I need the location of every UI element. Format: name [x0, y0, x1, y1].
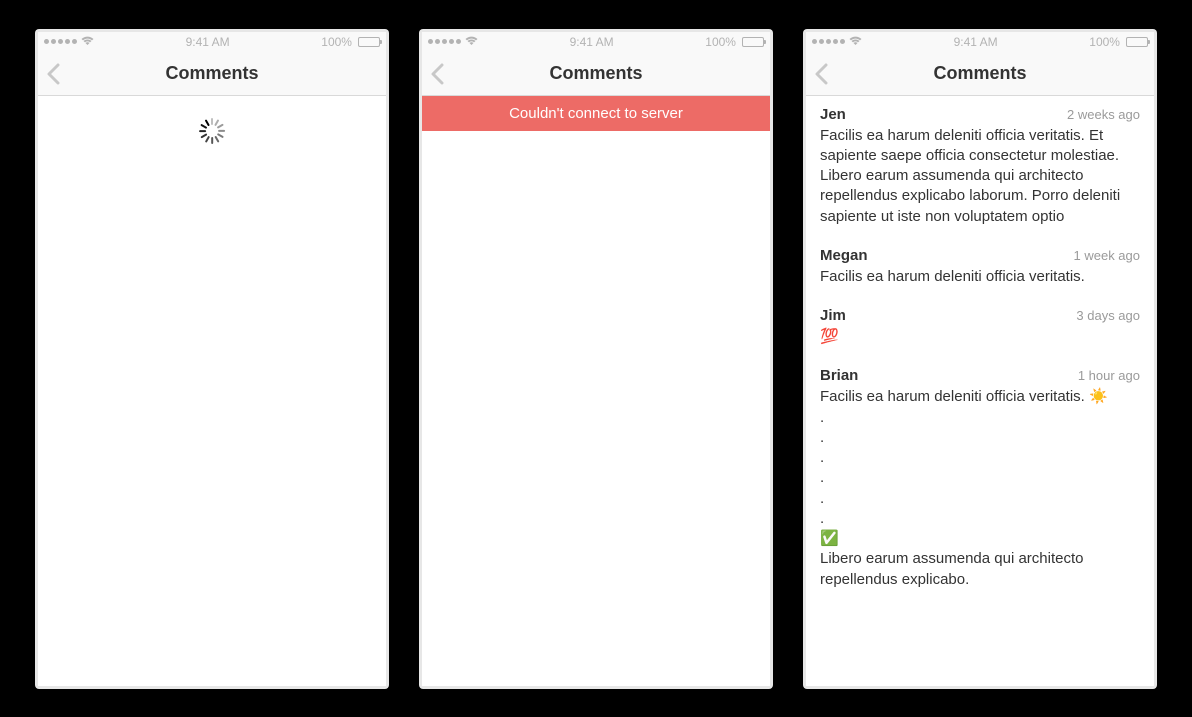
nav-title: Comments — [38, 63, 386, 84]
battery-percent: 100% — [1089, 35, 1120, 49]
wifi-icon — [81, 36, 94, 48]
comment-item[interactable]: Megan 1 week ago Facilis ea harum deleniti… — [806, 237, 1154, 297]
chevron-left-icon — [46, 63, 60, 85]
loading-spinner-icon — [199, 118, 225, 144]
comment-body: Facilis ea harum deleniti officia verita… — [820, 126, 1140, 227]
chevron-left-icon — [814, 63, 828, 85]
status-time: 9:41 AM — [570, 35, 614, 49]
chevron-left-icon — [430, 63, 444, 85]
nav-bar: Comments — [806, 52, 1154, 96]
comment-author: Jen — [820, 106, 846, 123]
comment-item[interactable]: Jim 3 days ago 💯 — [806, 297, 1154, 357]
error-banner: Couldn't connect to server — [422, 96, 770, 131]
wifi-icon — [849, 36, 862, 48]
back-button[interactable] — [46, 52, 60, 96]
status-time: 9:41 AM — [186, 35, 230, 49]
comments-list[interactable]: Jen 2 weeks ago Facilis ea harum deleniti … — [806, 96, 1154, 686]
comment-item[interactable]: Jen 2 weeks ago Facilis ea harum deleniti … — [806, 96, 1154, 237]
nav-title: Comments — [806, 63, 1154, 84]
phone-comments: 9:41 AM 100% Comments Jen 2 weeks ago Faci… — [803, 29, 1157, 689]
phone-loading: 9:41 AM 100% Comments — [35, 29, 389, 689]
comment-time: 1 week ago — [1074, 248, 1141, 263]
battery-icon — [742, 37, 764, 47]
back-button[interactable] — [430, 52, 444, 96]
battery-percent: 100% — [321, 35, 352, 49]
status-bar: 9:41 AM 100% — [422, 32, 770, 52]
signal-dots-icon — [428, 39, 461, 44]
comment-author: Brian — [820, 367, 858, 384]
status-bar: 9:41 AM 100% — [38, 32, 386, 52]
nav-bar: Comments — [422, 52, 770, 96]
content-error: Couldn't connect to server — [422, 96, 770, 686]
comment-item[interactable]: Brian 1 hour ago Facilis ea harum deleniti… — [806, 357, 1154, 600]
battery-icon — [1126, 37, 1148, 47]
content-loading — [38, 96, 386, 686]
signal-dots-icon — [812, 39, 845, 44]
comment-body: Facilis ea harum deleniti officia verita… — [820, 387, 1140, 590]
comment-author: Megan — [820, 247, 868, 264]
signal-dots-icon — [44, 39, 77, 44]
comment-time: 1 hour ago — [1078, 368, 1140, 383]
nav-bar: Comments — [38, 52, 386, 96]
battery-percent: 100% — [705, 35, 736, 49]
battery-icon — [358, 37, 380, 47]
comment-body: 💯 — [820, 327, 1140, 347]
wifi-icon — [465, 36, 478, 48]
back-button[interactable] — [814, 52, 828, 96]
comment-time: 3 days ago — [1076, 308, 1140, 323]
nav-title: Comments — [422, 63, 770, 84]
status-time: 9:41 AM — [954, 35, 998, 49]
comment-body: Facilis ea harum deleniti officia verita… — [820, 267, 1140, 287]
comment-time: 2 weeks ago — [1067, 107, 1140, 122]
status-bar: 9:41 AM 100% — [806, 32, 1154, 52]
phone-error: 9:41 AM 100% Comments Couldn't connect t… — [419, 29, 773, 689]
comment-author: Jim — [820, 307, 846, 324]
